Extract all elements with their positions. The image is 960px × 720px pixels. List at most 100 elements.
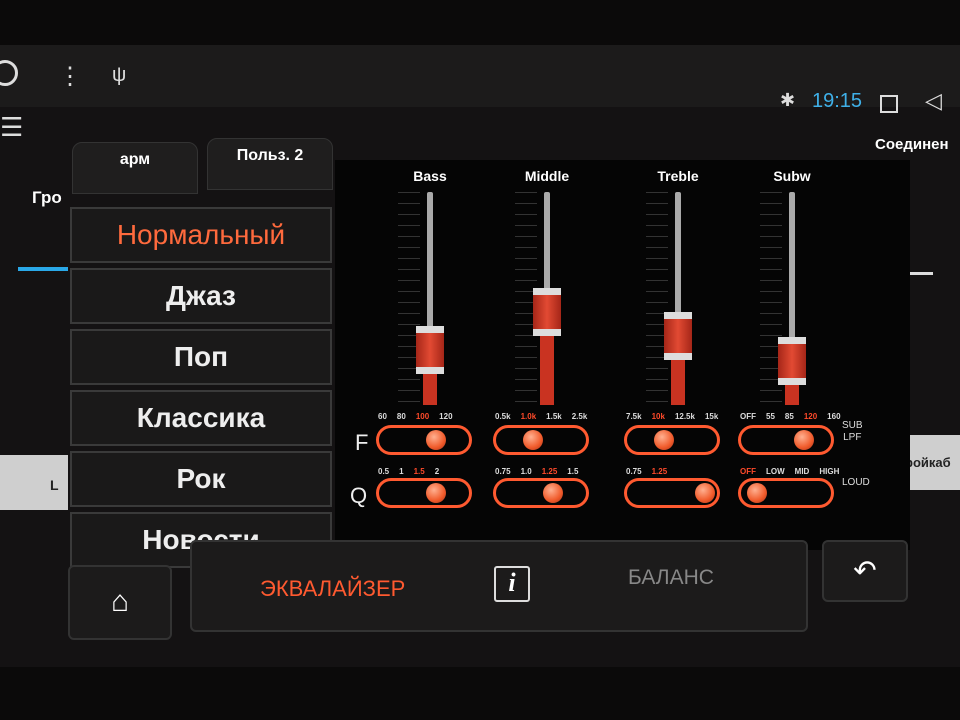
background-left-label: Гро <box>32 188 62 207</box>
slider-knob[interactable] <box>416 326 444 375</box>
f-option: 12.5k <box>674 412 695 421</box>
connection-label: Соединен <box>875 136 949 153</box>
q-option: 1 <box>399 467 404 476</box>
scale-tick <box>515 280 537 281</box>
scale-tick <box>646 247 668 248</box>
q-option: 0.75 <box>626 467 642 476</box>
slider-track[interactable] <box>675 192 681 316</box>
scale-tick <box>760 192 782 193</box>
scale-tick <box>760 236 782 237</box>
preset-item[interactable]: Рок <box>70 451 332 507</box>
scale-tick <box>398 269 420 270</box>
balance-tab[interactable]: БАЛАНС <box>628 566 714 590</box>
q-selector[interactable] <box>493 478 589 508</box>
slider-track[interactable] <box>427 192 433 331</box>
f-option: 160 <box>827 412 841 421</box>
selector-knob[interactable] <box>426 430 447 450</box>
square-icon[interactable] <box>880 95 898 113</box>
scale-tick <box>760 203 782 204</box>
back-triangle-icon[interactable]: ◁ <box>925 88 942 114</box>
scale-tick <box>515 357 537 358</box>
scale-tick <box>760 335 782 336</box>
selector-knob[interactable] <box>653 430 674 450</box>
q-row-label: Q <box>350 483 368 508</box>
scale-tick <box>515 390 537 391</box>
preset-item[interactable]: Нормальный <box>70 207 332 263</box>
scale-tick <box>760 258 782 259</box>
scale-tick <box>646 291 668 292</box>
scale-tick <box>646 192 668 193</box>
preset-item[interactable]: Джаз <box>70 268 332 324</box>
clock: 19:15 <box>812 90 863 112</box>
scale-tick <box>760 225 782 226</box>
q-selector[interactable] <box>624 478 720 508</box>
home-button[interactable]: ⌂ <box>68 565 172 640</box>
scale-tick <box>398 291 420 292</box>
scale-tick <box>398 302 420 303</box>
scale-tick <box>398 313 420 314</box>
q-option: 1.0 <box>520 467 532 476</box>
q-selector[interactable] <box>376 478 472 508</box>
scale-tick <box>760 401 782 402</box>
tab-user-2[interactable]: Польз. 2 <box>207 138 333 190</box>
info-button[interactable]: i <box>494 566 530 602</box>
scale-tick <box>398 280 420 281</box>
selector-knob[interactable] <box>747 483 767 503</box>
slider-track[interactable] <box>544 192 550 293</box>
scale-tick <box>760 269 782 270</box>
scale-tick <box>646 401 668 402</box>
f-scale: 60 80 100 120 <box>378 412 453 421</box>
f-selector[interactable] <box>376 425 472 455</box>
scale-tick <box>760 313 782 314</box>
scale-tick <box>646 225 668 226</box>
tab-preset-arm[interactable]: арм <box>72 142 198 194</box>
q-option: 2 <box>434 467 440 476</box>
band-label: Bass <box>413 168 447 184</box>
hamburger-menu-icon[interactable]: ☰ <box>0 112 23 143</box>
scale-tick <box>515 225 537 226</box>
q-option: MID <box>794 467 810 476</box>
f-selector[interactable] <box>738 425 834 455</box>
menu-dots-icon[interactable]: ⋮ <box>58 62 82 91</box>
scale-tick <box>398 379 420 380</box>
f-selector[interactable] <box>624 425 720 455</box>
background-right-tile: ройкаб <box>905 435 960 490</box>
equalizer-tab[interactable]: ЭКВАЛАЙЗЕР <box>260 576 405 602</box>
q-option: 1.5 <box>567 467 579 476</box>
f-scale: 7.5k 10k 12.5k 15k <box>626 412 718 421</box>
scale-tick <box>398 236 420 237</box>
band-label: Middle <box>524 168 570 184</box>
band-label: Subw <box>773 168 811 184</box>
scale-tick <box>515 269 537 270</box>
selector-knob[interactable] <box>522 430 543 450</box>
slider-knob[interactable] <box>778 337 806 386</box>
q-scale: OFF LOW MID HIGH <box>740 467 839 476</box>
selector-knob[interactable] <box>426 483 447 503</box>
scale-tick <box>515 236 537 237</box>
f-option: 1.5k <box>546 412 562 421</box>
f-option: 85 <box>784 412 794 421</box>
scale-tick <box>760 214 782 215</box>
scale-tick <box>646 379 668 380</box>
selector-knob[interactable] <box>543 483 564 503</box>
f-option: 10k <box>651 412 665 421</box>
back-button[interactable]: ↶ <box>822 540 908 602</box>
q-scale: 0.5 1 1.5 2 <box>378 467 439 476</box>
selector-knob[interactable] <box>695 483 715 503</box>
selector-knob[interactable] <box>793 430 814 450</box>
q-option: LOW <box>766 467 785 476</box>
scale-tick <box>515 247 537 248</box>
preset-item[interactable]: Поп <box>70 329 332 385</box>
f-option: 2.5k <box>571 412 588 421</box>
q-option: 1.5 <box>413 467 425 476</box>
slider-track[interactable] <box>789 192 795 342</box>
scale-tick <box>515 368 537 369</box>
slider-knob[interactable] <box>533 288 561 337</box>
f-selector[interactable] <box>493 425 589 455</box>
scale-tick <box>398 258 420 259</box>
scale-tick <box>398 214 420 215</box>
preset-item[interactable]: Классика <box>70 390 332 446</box>
scale-tick <box>398 401 420 402</box>
slider-knob[interactable] <box>664 311 692 360</box>
q-selector[interactable] <box>738 478 834 508</box>
